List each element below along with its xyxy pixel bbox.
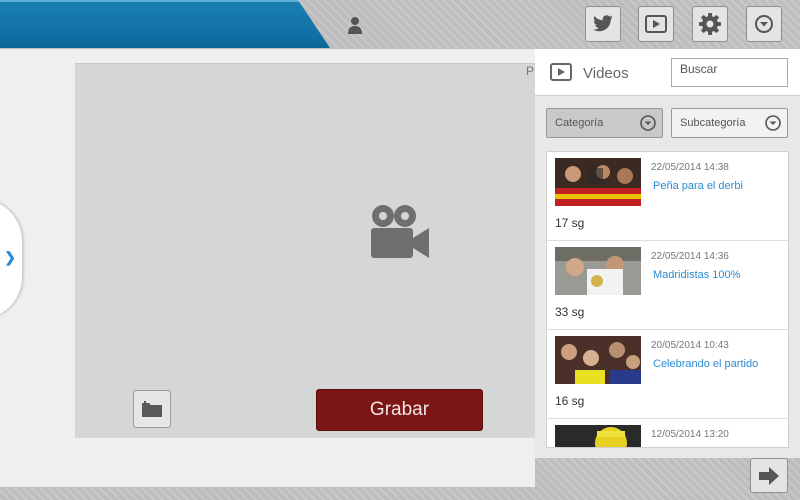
camera-preview: Grabar: [75, 63, 535, 438]
video-thumbnail[interactable]: [555, 247, 641, 295]
truncated-label: P: [526, 64, 535, 78]
youtube-button[interactable]: [638, 6, 674, 42]
next-button[interactable]: [750, 458, 788, 493]
video-date: 22/05/2014 14:38: [651, 162, 729, 173]
folder-button[interactable]: [133, 390, 171, 428]
category-select-label: Categoría: [555, 117, 604, 129]
category-select[interactable]: Categoría: [546, 108, 663, 138]
video-list[interactable]: 22/05/2014 14:38 Peña para el derbi 17 s…: [546, 151, 789, 448]
settings-button[interactable]: [692, 6, 728, 42]
video-date: 12/05/2014 13:20: [651, 429, 729, 440]
arrow-right-icon: [759, 466, 779, 485]
video-list-item[interactable]: 12/05/2014 13:20: [547, 419, 788, 448]
video-list-item[interactable]: 22/05/2014 14:38 Peña para el derbi 17 s…: [547, 152, 788, 241]
youtube-icon: [645, 15, 667, 33]
videos-panel: Categoría Subcategoría 22/05/2014 14:38 …: [535, 95, 800, 458]
video-thumbnail[interactable]: [555, 158, 641, 206]
twitter-button[interactable]: [585, 6, 621, 42]
record-button[interactable]: Grabar: [316, 389, 483, 431]
header-brand-bar: [0, 0, 330, 48]
subcategory-select[interactable]: Subcategoría: [671, 108, 788, 138]
gear-icon: [699, 13, 721, 35]
menu-dropdown-button[interactable]: [746, 6, 782, 42]
video-thumbnail[interactable]: [555, 336, 641, 384]
video-play-icon: [550, 63, 572, 81]
video-title[interactable]: Celebrando el partido: [653, 358, 758, 370]
videos-title: Videos: [583, 65, 629, 82]
folder-icon: [142, 401, 162, 417]
video-date: 22/05/2014 14:36: [651, 251, 729, 262]
side-drawer-tab[interactable]: ❯: [0, 199, 22, 319]
subcategory-select-label: Subcategoría: [680, 117, 746, 129]
search-input[interactable]: [671, 58, 788, 87]
video-thumbnail[interactable]: [555, 425, 641, 448]
video-title[interactable]: Peña para el derbi: [653, 180, 743, 192]
videos-header: Videos: [535, 49, 800, 95]
chevron-down-icon: [765, 115, 781, 131]
video-duration: 16 sg: [555, 394, 585, 408]
video-duration: 33 sg: [555, 305, 585, 319]
recorder-area: ❯ Grabar: [0, 49, 535, 487]
video-camera-icon: [371, 205, 429, 258]
user-icon[interactable]: [347, 16, 363, 34]
video-date: 20/05/2014 10:43: [651, 340, 729, 351]
chevron-right-icon: ❯: [4, 249, 16, 265]
video-duration: 17 sg: [555, 216, 585, 230]
video-list-item[interactable]: 20/05/2014 10:43 Celebrando el partido 1…: [547, 330, 788, 419]
twitter-icon: [593, 15, 613, 32]
video-title[interactable]: Madridistas 100%: [653, 269, 740, 281]
chevron-down-icon: [640, 115, 656, 131]
dropdown-icon: [755, 15, 773, 33]
video-list-item[interactable]: 22/05/2014 14:36 Madridistas 100% 33 sg: [547, 241, 788, 330]
